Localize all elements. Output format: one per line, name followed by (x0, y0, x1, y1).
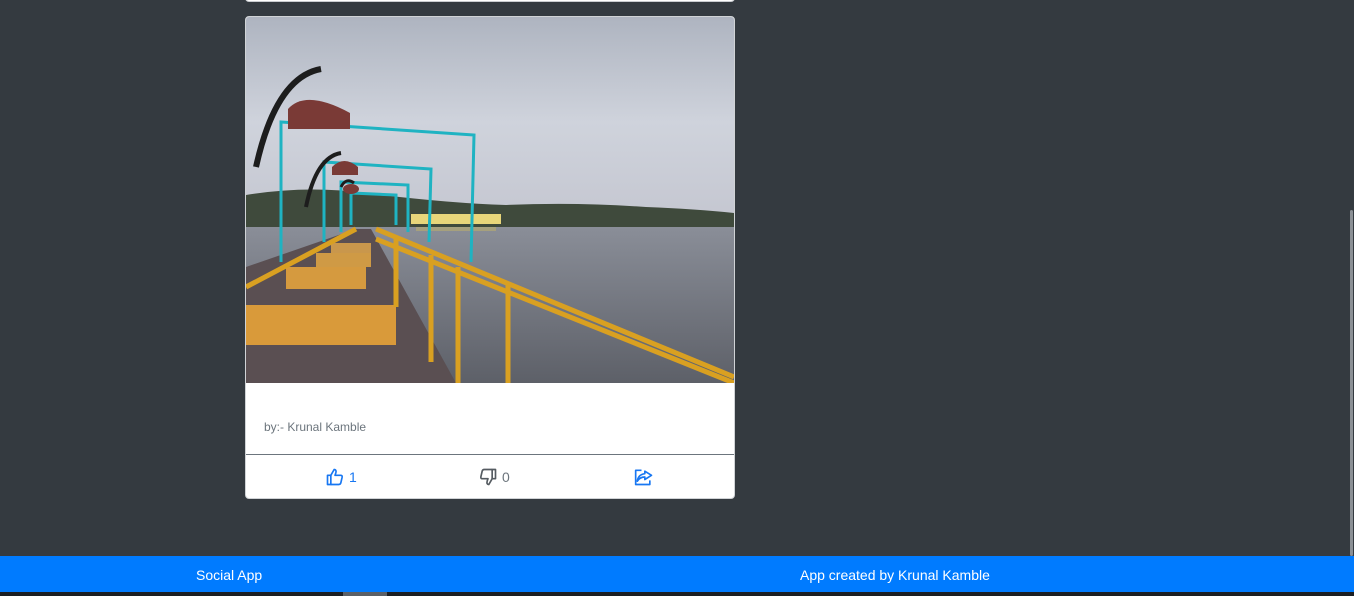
post-body: by:- Krunal Kamble (246, 383, 734, 455)
scrollbar[interactable] (1348, 0, 1354, 556)
like-count: 1 (349, 468, 357, 485)
dislike-count: 0 (502, 468, 510, 485)
thumbs-down-icon (480, 468, 497, 485)
taskbar-item[interactable] (343, 592, 387, 596)
thumbs-up-icon (326, 468, 343, 485)
page: by:- Krunal Kamble 1 0 Social App App cr… (0, 0, 1354, 596)
footer-brand: Social App (196, 567, 263, 583)
post-image (246, 17, 734, 383)
footer: Social App App created by Krunal Kamble (0, 556, 1354, 592)
taskbar (0, 592, 1354, 596)
post-author: by:- Krunal Kamble (264, 420, 367, 434)
share-button[interactable] (633, 455, 655, 498)
footer-credit: App created by Krunal Kamble (800, 567, 990, 583)
post-actions: 1 0 (246, 455, 734, 498)
share-icon (634, 469, 653, 485)
previous-post-card (245, 0, 735, 2)
scrollbar-thumb[interactable] (1350, 210, 1353, 556)
dislike-button[interactable]: 0 (478, 455, 510, 498)
post-card: by:- Krunal Kamble 1 0 (245, 16, 735, 499)
like-button[interactable]: 1 (325, 455, 357, 498)
